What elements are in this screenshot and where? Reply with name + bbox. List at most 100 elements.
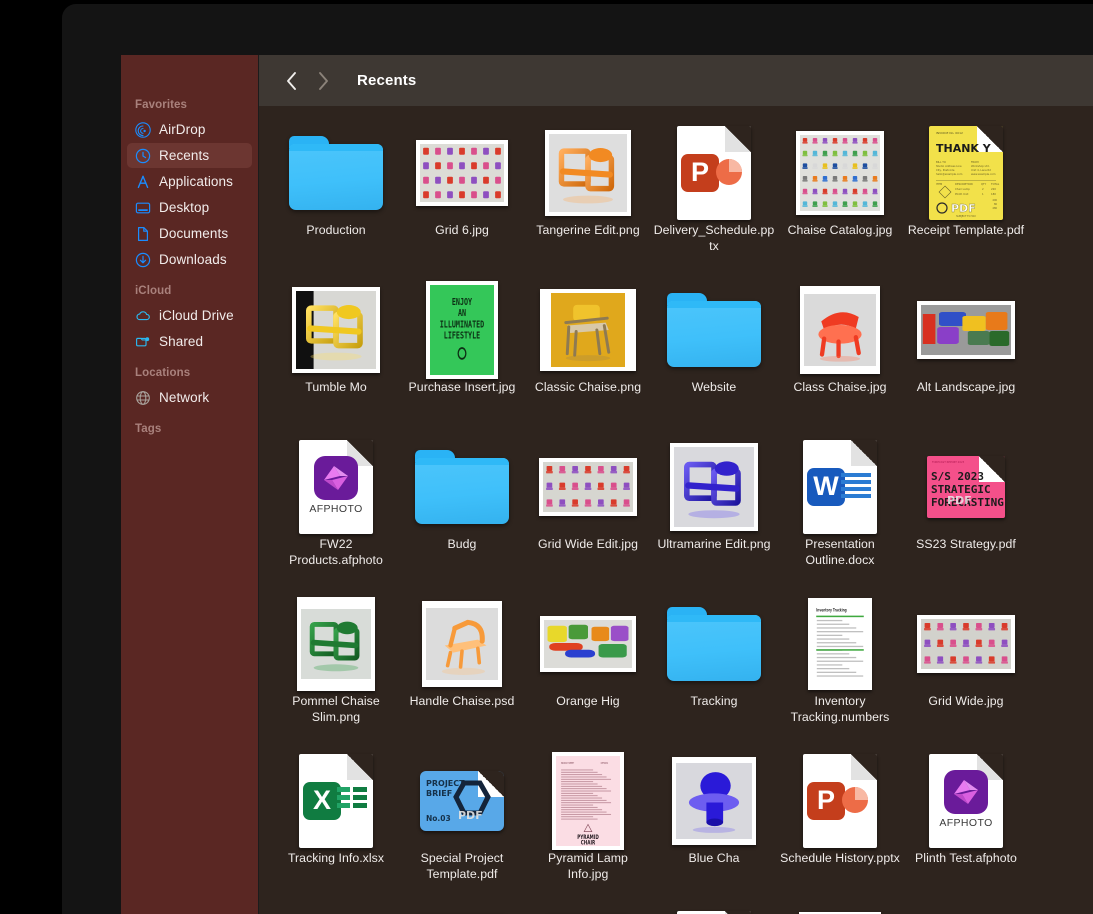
svg-text:80: 80	[994, 203, 998, 206]
sidebar-item-shared[interactable]: Shared	[127, 329, 252, 354]
folder-item[interactable]: Website	[651, 279, 777, 436]
file-thumbnail: X	[273, 750, 399, 851]
svg-text:ITEM: ITEM	[936, 182, 942, 186]
image-thumbnail	[917, 301, 1015, 359]
svg-text:PDF: PDF	[947, 494, 972, 507]
file-item[interactable]: Classic Chaise.png	[525, 279, 651, 436]
word-file-icon: W	[677, 911, 751, 914]
powerpoint-file-icon: P	[677, 126, 751, 220]
file-item[interactable]: PROJECTBRIEF No.03 PDF Special Project T…	[399, 750, 525, 907]
file-item[interactable]: PRODUCT SHEETREF 0034 PYRAMID CHAIR Pyra…	[525, 750, 651, 907]
image-thumbnail	[540, 289, 636, 371]
sidebar-item-icloud-drive[interactable]: iCloud Drive	[127, 303, 252, 328]
finder-sidebar: Favorites AirDrop Recents Applications D…	[121, 55, 259, 914]
file-thumbnail	[399, 436, 525, 537]
folder-icon	[289, 136, 383, 210]
file-item[interactable]: Handle Chaise.psd	[399, 593, 525, 750]
svg-text:180: 180	[991, 192, 996, 196]
image-thumbnail	[297, 597, 375, 691]
airdrop-icon	[135, 122, 151, 138]
svg-text:REF 0034: REF 0034	[601, 762, 609, 764]
sidebar-section-header: Tags	[121, 423, 258, 440]
file-name-label: Production	[306, 223, 365, 239]
file-item[interactable]: Blue Cha	[651, 750, 777, 907]
file-item[interactable]: Pommel Chaise Slim.png	[273, 593, 399, 750]
folder-item[interactable]: Tracking	[651, 593, 777, 750]
finder-content-pane: Recents Production Grid 6.jpg Tangerine …	[259, 55, 1093, 914]
sidebar-item-airdrop[interactable]: AirDrop	[127, 117, 252, 142]
file-thumbnail: INVOICE No. 0012 THANK Y BILL TOStudio A…	[903, 122, 1029, 223]
image-thumbnail: PRODUCT SHEETREF 0034 PYRAMID CHAIR	[552, 752, 624, 850]
sidebar-item-applications[interactable]: Applications	[127, 169, 252, 194]
file-item[interactable]: W Presentation Outline.docx	[777, 436, 903, 593]
svg-text:SUBJECT TO TAX: SUBJECT TO TAX	[956, 215, 976, 218]
excel-file-icon: X	[299, 754, 373, 848]
svg-text:480: 480	[992, 207, 997, 210]
pdf-file-icon: PROJECTBRIEF No.03 PDF	[420, 771, 504, 831]
forward-button[interactable]	[309, 67, 337, 95]
sidebar-item-recents[interactable]: Recents	[127, 143, 252, 168]
sidebar-item-desktop[interactable]: Desktop	[127, 195, 252, 220]
file-item[interactable]: Orange Hig	[525, 593, 651, 750]
folder-item[interactable]: Production	[273, 122, 399, 279]
sidebar-item-documents[interactable]: Documents	[127, 221, 252, 246]
file-item[interactable]: Orange Plinth.png	[525, 907, 651, 914]
powerpoint-file-icon: P	[803, 754, 877, 848]
file-item[interactable]: Grid Wide.jpg	[903, 593, 1029, 750]
file-item[interactable]: INVOICE No. 0012 THANK Y BILL TOStudio A…	[903, 122, 1029, 279]
folder-item[interactable]: Budg	[399, 436, 525, 593]
file-item[interactable]: Grid 6.jpg	[399, 122, 525, 279]
file-item[interactable]: Ultramarine Edit.png	[651, 436, 777, 593]
file-item[interactable]: AFPHOTOFW22 Products.afphoto	[273, 436, 399, 593]
file-thumbnail	[903, 279, 1029, 380]
image-thumbnail	[800, 286, 880, 374]
svg-text:LIFESTYLE: LIFESTYLE	[444, 329, 480, 341]
file-item[interactable]: FORECAST REPORT 2023 S/S 2023 STRATEGIC …	[903, 436, 1029, 593]
folder-icon	[667, 607, 761, 681]
file-item[interactable]: Handle Stool Rose.png	[399, 907, 525, 914]
file-item[interactable]: W Object Notes.docx	[651, 907, 777, 914]
file-item[interactable]: Class Chaise.jpg	[777, 279, 903, 436]
file-item[interactable]: Tumble Mo	[273, 279, 399, 436]
svg-text:PDF: PDF	[951, 202, 976, 215]
file-thumbnail	[273, 122, 399, 223]
file-name-label: Tumble Mo	[305, 380, 367, 396]
file-name-label: Delivery_Schedule.pptx	[653, 223, 775, 254]
back-button[interactable]	[277, 67, 305, 95]
file-name-label: Tracking Info.xlsx	[288, 851, 384, 867]
file-thumbnail	[399, 122, 525, 223]
file-item[interactable]: Pommel Deep.	[777, 907, 903, 914]
svg-text:CHAIR: CHAIR	[581, 840, 596, 846]
file-item[interactable]: Tangerine Edit.png	[525, 122, 651, 279]
sidebar-item-label: Applications	[159, 174, 233, 189]
file-thumbnail	[273, 279, 399, 380]
svg-text:AN: AN	[458, 306, 466, 318]
file-item[interactable]: Chaise Catalog.jpg	[777, 122, 903, 279]
file-thumbnail	[525, 122, 651, 223]
sidebar-item-downloads[interactable]: Downloads	[127, 247, 252, 272]
sidebar-item-label: Recents	[159, 148, 209, 163]
file-name-label: Class Chaise.jpg	[793, 380, 886, 396]
svg-text:ENJOY: ENJOY	[452, 295, 472, 307]
window-title: Recents	[357, 72, 416, 89]
file-name-label: Presentation Outline.docx	[779, 537, 901, 568]
file-name-label: Ultramarine Edit.png	[657, 537, 770, 553]
file-item[interactable]: ENJOYANILLUMINATEDLIFESTYLEPurchase Inse…	[399, 279, 525, 436]
file-item[interactable]: Alt Landscape.jpg	[903, 279, 1029, 436]
file-name-label: Handle Chaise.psd	[410, 694, 515, 710]
cloud-icon	[135, 308, 151, 324]
svg-text:Studio Address Line: Studio Address Line	[936, 164, 962, 168]
folder-icon	[415, 450, 509, 524]
image-thumbnail	[416, 140, 508, 206]
file-item[interactable]: AFPHOTOPlinth Test.afphoto	[903, 750, 1029, 907]
file-item[interactable]: Inventory Tracking Inventory Tracking.nu…	[777, 593, 903, 750]
document-icon	[135, 226, 151, 242]
file-item[interactable]: X Tracking Info.xlsx	[273, 750, 399, 907]
file-item[interactable]: P Delivery_Schedule.pptx	[651, 122, 777, 279]
sidebar-item-label: Shared	[159, 334, 203, 349]
file-item[interactable]: Grid Wide Edit.jpg	[525, 436, 651, 593]
sidebar-item-network[interactable]: Network	[127, 385, 252, 410]
folder-item[interactable]: Marketing	[273, 907, 399, 914]
file-icon-grid: Production Grid 6.jpg Tangerine Edit.png…	[259, 106, 1093, 914]
file-item[interactable]: P Schedule History.pptx	[777, 750, 903, 907]
